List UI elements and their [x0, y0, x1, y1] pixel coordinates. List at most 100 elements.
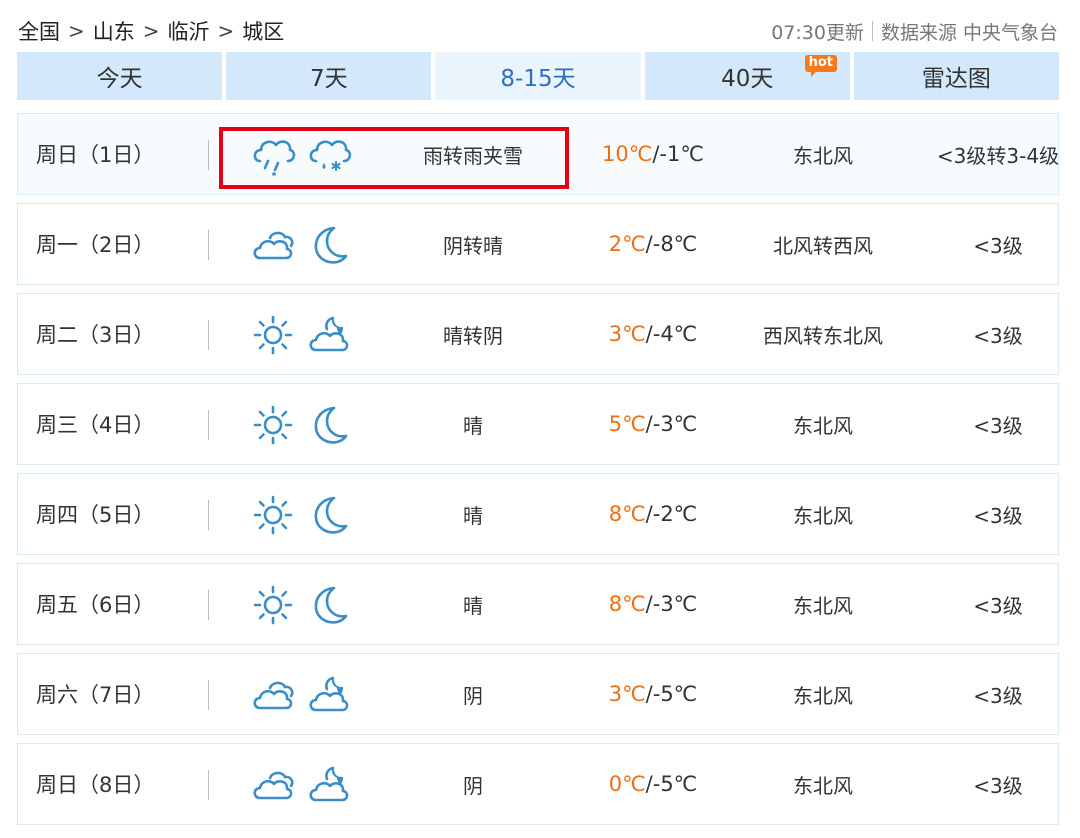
weather-description: 雨转雨夹雪 — [423, 143, 523, 168]
row-divider — [208, 320, 209, 350]
sun-icon — [253, 495, 293, 535]
temperature: 10℃/-1℃ — [578, 142, 728, 166]
temperature: 3℃/-5℃ — [578, 682, 728, 706]
tab-7-days[interactable]: 7天 — [226, 52, 432, 100]
weather-description: 晴转阴 — [443, 323, 503, 348]
weather-icons — [250, 402, 352, 448]
wind-direction: 东北风 — [793, 503, 853, 528]
wind-direction: 东北风 — [793, 683, 853, 708]
breadcrumb-city[interactable]: 临沂 — [168, 16, 210, 46]
day-label: 周六（7日） — [36, 683, 155, 707]
meta-divider — [871, 21, 873, 41]
breadcrumb-district[interactable]: 城区 — [242, 16, 284, 46]
forecast-row: 周二（3日） 晴转阴 3℃/-4℃ 西风转东北风 <3级 — [17, 293, 1059, 375]
weather-description: 晴 — [463, 413, 483, 438]
tab-radar[interactable]: 雷达图 — [853, 52, 1060, 100]
row-divider — [208, 680, 209, 710]
breadcrumb-separator: > — [217, 19, 235, 43]
weather-description: 晴 — [463, 503, 483, 528]
data-meta: 07:30更新 数据来源 中央气象台 — [771, 18, 1058, 45]
breadcrumb-separator: > — [142, 19, 160, 43]
wind-level: <3级 — [973, 233, 1023, 258]
tab-today[interactable]: 今天 — [17, 52, 223, 100]
temp-low: /-5℃ — [645, 772, 698, 796]
wind-direction: 东北风 — [793, 413, 853, 438]
weather-icons — [250, 492, 352, 538]
temperature: 2℃/-8℃ — [578, 232, 728, 256]
cloudy-icon — [253, 681, 294, 710]
temp-high: 2℃ — [608, 232, 646, 256]
moon-icon — [314, 496, 348, 534]
temp-high: 5℃ — [608, 412, 646, 436]
breadcrumb-separator: > — [68, 19, 85, 43]
temp-high: 10℃ — [602, 142, 653, 166]
moon-icon — [314, 226, 348, 264]
temperature: 3℃/-4℃ — [578, 322, 728, 346]
forecast-row: 周一（2日） 阴转晴 2℃/-8℃ 北风转西风 <3级 — [17, 203, 1059, 285]
wind-direction: 东北风 — [793, 593, 853, 618]
forecast-row: 周六（7日） 阴 3℃/-5℃ 东北风 <3级 — [17, 653, 1059, 735]
row-divider — [208, 140, 209, 170]
night-cloudy-icon — [309, 676, 349, 712]
tab-label: 雷达图 — [921, 66, 991, 92]
cloudy-icon — [253, 771, 294, 800]
day-label: 周日（8日） — [36, 773, 155, 797]
forecast-row: 周四（5日） 晴 8℃/-2℃ 东北风 <3级 — [17, 473, 1059, 555]
cloudy-icon — [253, 231, 294, 260]
day-label: 周三（4日） — [36, 413, 155, 437]
day-label: 周五（6日） — [36, 593, 155, 617]
wind-direction: 东北风 — [793, 773, 853, 798]
wind-level: <3级转3-4级 — [936, 143, 1060, 168]
row-divider — [208, 230, 209, 260]
day-label: 周日（1日） — [36, 143, 155, 167]
forecast-row: 周日（1日） 雨转雨夹雪 10℃/-1℃ 东北风 <3级转3-4级 — [17, 113, 1059, 195]
night-cloudy-icon — [309, 766, 349, 802]
sun-icon — [253, 315, 293, 355]
weather-description: 阴 — [463, 773, 483, 798]
tab-8-15-days[interactable]: 8-15天 — [435, 52, 641, 100]
tab-label: 8-15天 — [500, 66, 576, 92]
tab-label: 40天 — [721, 66, 774, 92]
weather-description: 阴 — [463, 683, 483, 708]
temp-high: 3℃ — [608, 322, 646, 346]
weather-description: 阴转晴 — [443, 233, 503, 258]
temp-low: /-3℃ — [645, 412, 698, 436]
wind-direction: 西风转东北风 — [763, 323, 883, 348]
temp-high: 0℃ — [608, 772, 646, 796]
temperature: 5℃/-3℃ — [578, 412, 728, 436]
weather-icons — [250, 312, 352, 358]
tab-40-days[interactable]: 40天 hot — [644, 52, 850, 100]
weather-icons — [250, 222, 352, 268]
day-label: 周四（5日） — [36, 503, 155, 527]
breadcrumb-province[interactable]: 山东 — [93, 16, 135, 46]
weather-icons — [250, 672, 352, 718]
temp-high: 8℃ — [608, 502, 646, 526]
hot-badge: hot — [804, 55, 838, 77]
wind-level: <3级 — [973, 773, 1023, 798]
wind-level: <3级 — [973, 593, 1023, 618]
weather-description: 晴 — [463, 593, 483, 618]
temp-low: /-5℃ — [645, 682, 698, 706]
weather-icons — [250, 762, 352, 808]
forecast-list: 周日（1日） 雨转雨夹雪 10℃/-1℃ 东北风 <3级转3-4级 周一（2日） 阴转晴 2℃… — [17, 113, 1059, 833]
wind-direction: 北风转西风 — [773, 233, 873, 258]
breadcrumb-country[interactable]: 全国 — [18, 16, 60, 46]
wind-level: <3级 — [973, 413, 1023, 438]
temp-high: 3℃ — [608, 682, 646, 706]
wind-direction: 东北风 — [793, 143, 853, 168]
moon-icon — [314, 406, 348, 444]
row-divider — [208, 590, 209, 620]
temp-low: /-4℃ — [645, 322, 698, 346]
temperature: 8℃/-2℃ — [578, 502, 728, 526]
moon-icon — [314, 586, 348, 624]
tab-label: 7天 — [309, 66, 348, 92]
temperature: 0℃/-5℃ — [578, 772, 728, 796]
row-divider — [208, 410, 209, 440]
weather-icons — [250, 132, 352, 178]
temp-low: /-3℃ — [645, 592, 698, 616]
day-label: 周二（3日） — [36, 323, 155, 347]
row-divider — [208, 500, 209, 530]
tab-label: 今天 — [96, 66, 143, 92]
wind-level: <3级 — [973, 503, 1023, 528]
data-source: 数据来源 中央气象台 — [880, 21, 1058, 44]
